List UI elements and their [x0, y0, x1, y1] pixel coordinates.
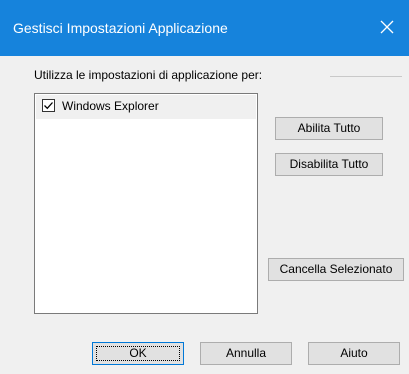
help-button[interactable]: Aiuto [308, 342, 400, 365]
group-label: Utilizza le impostazioni di applicazione… [34, 68, 263, 82]
list-item-checkbox[interactable] [42, 99, 55, 112]
clear-selected-button[interactable]: Cancella Selezionato [268, 258, 404, 281]
disable-all-label: Disabilita Tutto [289, 157, 369, 171]
enable-all-label: Abilita Tutto [297, 121, 361, 135]
close-icon [380, 20, 394, 34]
help-label: Aiuto [340, 346, 368, 360]
group-divider [330, 76, 402, 77]
list-item-windows-explorer[interactable]: Windows Explorer [36, 95, 256, 119]
cancel-label: Annulla [225, 346, 267, 360]
disable-all-button[interactable]: Disabilita Tutto [275, 153, 383, 176]
checkmark-icon [44, 102, 53, 110]
window-title: Gestisci Impostazioni Applicazione [13, 20, 228, 36]
title-bar: Gestisci Impostazioni Applicazione [0, 0, 409, 56]
clear-selected-label: Cancella Selezionato [279, 262, 393, 276]
close-button[interactable] [372, 12, 402, 42]
ok-button[interactable]: OK [92, 342, 184, 365]
ok-label: OK [129, 346, 147, 360]
application-list[interactable]: Windows Explorer [34, 93, 258, 314]
cancel-button[interactable]: Annulla [200, 342, 292, 365]
enable-all-button[interactable]: Abilita Tutto [275, 117, 383, 140]
list-item-label: Windows Explorer [62, 99, 159, 113]
